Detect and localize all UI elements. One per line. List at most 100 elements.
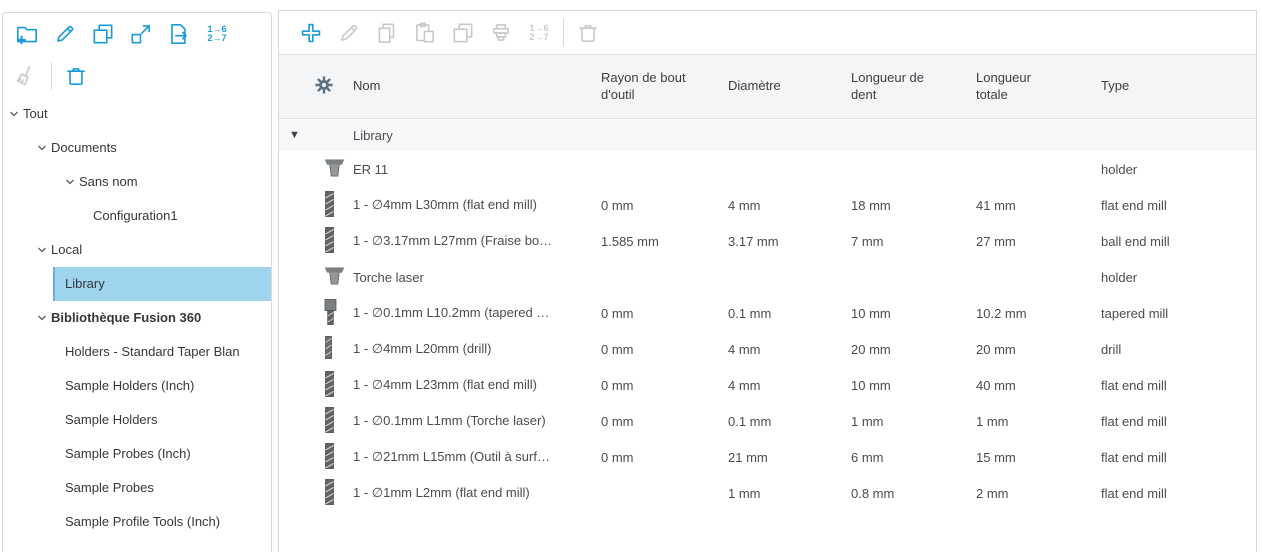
table-row[interactable]: ER 11 holder — [279, 151, 1256, 187]
import-library-button[interactable] — [122, 19, 160, 49]
tree-item-sample-profile-tools-inch[interactable]: Sample Profile Tools (Inch) — [3, 505, 271, 539]
renumber-button[interactable]: 1→6 2→7 — [198, 19, 236, 49]
tool-name: 1 - ∅4mm L23mm (flat end mill) — [353, 377, 537, 392]
table-row[interactable]: 1 - ∅0.1mm L10.2mm (tapered … 0 mm 0.1 mm 1… — [279, 295, 1256, 331]
table-row[interactable]: 1 - ∅3.17mm L27mm (Fraise bo… 1.585 mm 3.1… — [279, 223, 1256, 259]
tree-item-label: Sample Holders — [65, 412, 158, 427]
chevron-down-icon[interactable] — [65, 177, 79, 187]
add-tool-button[interactable] — [292, 18, 330, 48]
tool-overall-length: 27 mm — [976, 233, 1016, 249]
export-library-button[interactable] — [160, 19, 198, 49]
gear-icon — [313, 74, 335, 99]
tool-corner-radius: 0 mm — [601, 377, 634, 393]
tool-name: 1 - ∅0.1mm L1mm (Torche laser) — [353, 413, 546, 428]
table-row[interactable]: 1 - ∅1mm L2mm (flat end mill) 1 mm 0.8 mm 2… — [279, 475, 1256, 511]
tree-item-library[interactable]: Library — [53, 267, 271, 301]
tool-corner-radius: 0 mm — [601, 413, 634, 429]
column-header-nom[interactable]: Nom — [353, 78, 601, 95]
library-tree: Tout Documents Sans nom Configuration1 Local… — [3, 97, 271, 552]
tree-item-label: Library — [65, 276, 105, 291]
tool-overall-length: 2 mm — [976, 485, 1009, 501]
clipboard-icon — [412, 20, 438, 46]
collapse-triangle-icon[interactable]: ▼ — [279, 129, 353, 141]
paste-tool-button[interactable] — [406, 18, 444, 48]
tool-flute-length: 20 mm — [851, 341, 891, 357]
column-header-diametre[interactable]: Diamètre — [728, 78, 851, 95]
renumber-icon: 1→6 2→7 — [207, 24, 227, 43]
tree-item-sample-probes[interactable]: Sample Probes — [3, 471, 271, 505]
tool-type: drill — [1101, 341, 1122, 357]
tree-item-sample-probes-inch[interactable]: Sample Probes (Inch) — [3, 437, 271, 471]
tool-overall-length: 1 mm — [976, 413, 1009, 429]
trash-icon — [575, 20, 601, 46]
tool-type: flat end mill — [1101, 377, 1167, 393]
clean-library-button[interactable] — [8, 61, 46, 91]
pencil-icon — [52, 21, 78, 47]
tree-item-label: Configuration1 — [93, 208, 178, 223]
tree-item-sample-holders-inch[interactable]: Sample Holders (Inch) — [3, 369, 271, 403]
duplicate-tool-button[interactable] — [444, 18, 482, 48]
table-row[interactable]: 1 - ∅0.1mm L1mm (Torche laser) 0 mm 0.1 mm… — [279, 403, 1256, 439]
column-header-longueur-totale[interactable]: Longueur totale — [976, 70, 1101, 104]
tool-type: tapered mill — [1101, 305, 1169, 321]
tool-library-window: 1→6 2→7 Tout Documents Sans nom Configuratio… — [0, 0, 1262, 552]
tree-item-biblioth-que-fusion-360[interactable]: Bibliothèque Fusion 360 — [3, 301, 271, 335]
chevron-down-icon[interactable] — [37, 143, 51, 153]
doc-export-icon — [166, 21, 192, 47]
create-holder-button[interactable] — [482, 18, 520, 48]
tree-item-sample-holders[interactable]: Sample Holders — [3, 403, 271, 437]
chevron-down-icon[interactable] — [37, 313, 51, 323]
delete-tool-button[interactable] — [569, 18, 607, 48]
chevron-down-icon[interactable] — [37, 245, 51, 255]
copy-tool-button[interactable] — [368, 18, 406, 48]
tool-diameter: 3.17 mm — [728, 233, 779, 249]
edit-tool-button[interactable] — [330, 18, 368, 48]
toolbar-divider — [563, 18, 564, 47]
tree-item-sans-nom[interactable]: Sans nom — [3, 165, 271, 199]
column-header-longueur-dent[interactable]: Longueur de dent — [851, 70, 976, 104]
endmill-tool-icon — [323, 442, 336, 472]
tree-item-tout[interactable]: Tout — [3, 97, 271, 131]
tool-overall-length: 10.2 mm — [976, 305, 1027, 321]
tool-corner-radius: 1.585 mm — [601, 233, 659, 249]
tool-diameter: 1 mm — [728, 485, 761, 501]
edit-library-button[interactable] — [46, 19, 84, 49]
tree-item-label: Sample Holders (Inch) — [65, 378, 195, 393]
tools-toolbar: 1→6 2→7 — [279, 11, 1256, 55]
folder-plus-icon — [14, 21, 40, 47]
tree-item-documents[interactable]: Documents — [3, 131, 271, 165]
column-header-rayon[interactable]: Rayon de bout d'outil — [601, 70, 728, 104]
table-row[interactable]: 1 - ∅4mm L20mm (drill) 0 mm 4 mm 20 mm 20 mm… — [279, 331, 1256, 367]
sidebar-toolbar-row2 — [3, 55, 271, 97]
table-row[interactable]: 1 - ∅21mm L15mm (Outil à surf… 0 mm 21 mm 6… — [279, 439, 1256, 475]
library-group-row[interactable]: ▼ Library — [279, 119, 1256, 151]
column-header-type[interactable]: Type — [1101, 78, 1256, 95]
table-row[interactable]: 1 - ∅4mm L30mm (flat end mill) 0 mm 4 mm 18… — [279, 187, 1256, 223]
tool-type: ball end mill — [1101, 233, 1170, 249]
renumber-tools-button[interactable]: 1→6 2→7 — [520, 18, 558, 48]
endmill-tool-icon — [323, 190, 336, 220]
tool-name: 1 - ∅21mm L15mm (Outil à surf… — [353, 449, 550, 464]
tree-item-configuration1[interactable]: Configuration1 — [3, 199, 271, 233]
table-row[interactable]: Torche laser holder — [279, 259, 1256, 295]
tool-name: 1 - ∅1mm L2mm (flat end mill) — [353, 485, 530, 500]
column-settings-button[interactable] — [279, 74, 353, 99]
tree-item-label: Sans nom — [79, 174, 138, 189]
tree-item-holders-standard-taper-blan[interactable]: Holders - Standard Taper Blan — [3, 335, 271, 369]
tool-flute-length: 1 mm — [851, 413, 884, 429]
tool-overall-length: 40 mm — [976, 377, 1016, 393]
tool-flute-length: 6 mm — [851, 449, 884, 465]
tree-item-label: Documents — [51, 140, 117, 155]
chevron-down-icon[interactable] — [9, 109, 23, 119]
tree-item-local[interactable]: Local — [3, 233, 271, 267]
new-library-button[interactable] — [8, 19, 46, 49]
copy-docs-icon — [374, 20, 400, 46]
copy-squares-icon — [90, 21, 116, 47]
tree-item-label: Holders - Standard Taper Blan — [65, 344, 240, 359]
delete-library-button[interactable] — [57, 61, 95, 91]
table-row[interactable]: 1 - ∅4mm L23mm (flat end mill) 0 mm 4 mm 10… — [279, 367, 1256, 403]
copy-library-button[interactable] — [84, 19, 122, 49]
tool-type: flat end mill — [1101, 197, 1167, 213]
holder-icon — [323, 158, 346, 180]
tree-item-label: Sample Profile Tools (Inch) — [65, 514, 221, 529]
